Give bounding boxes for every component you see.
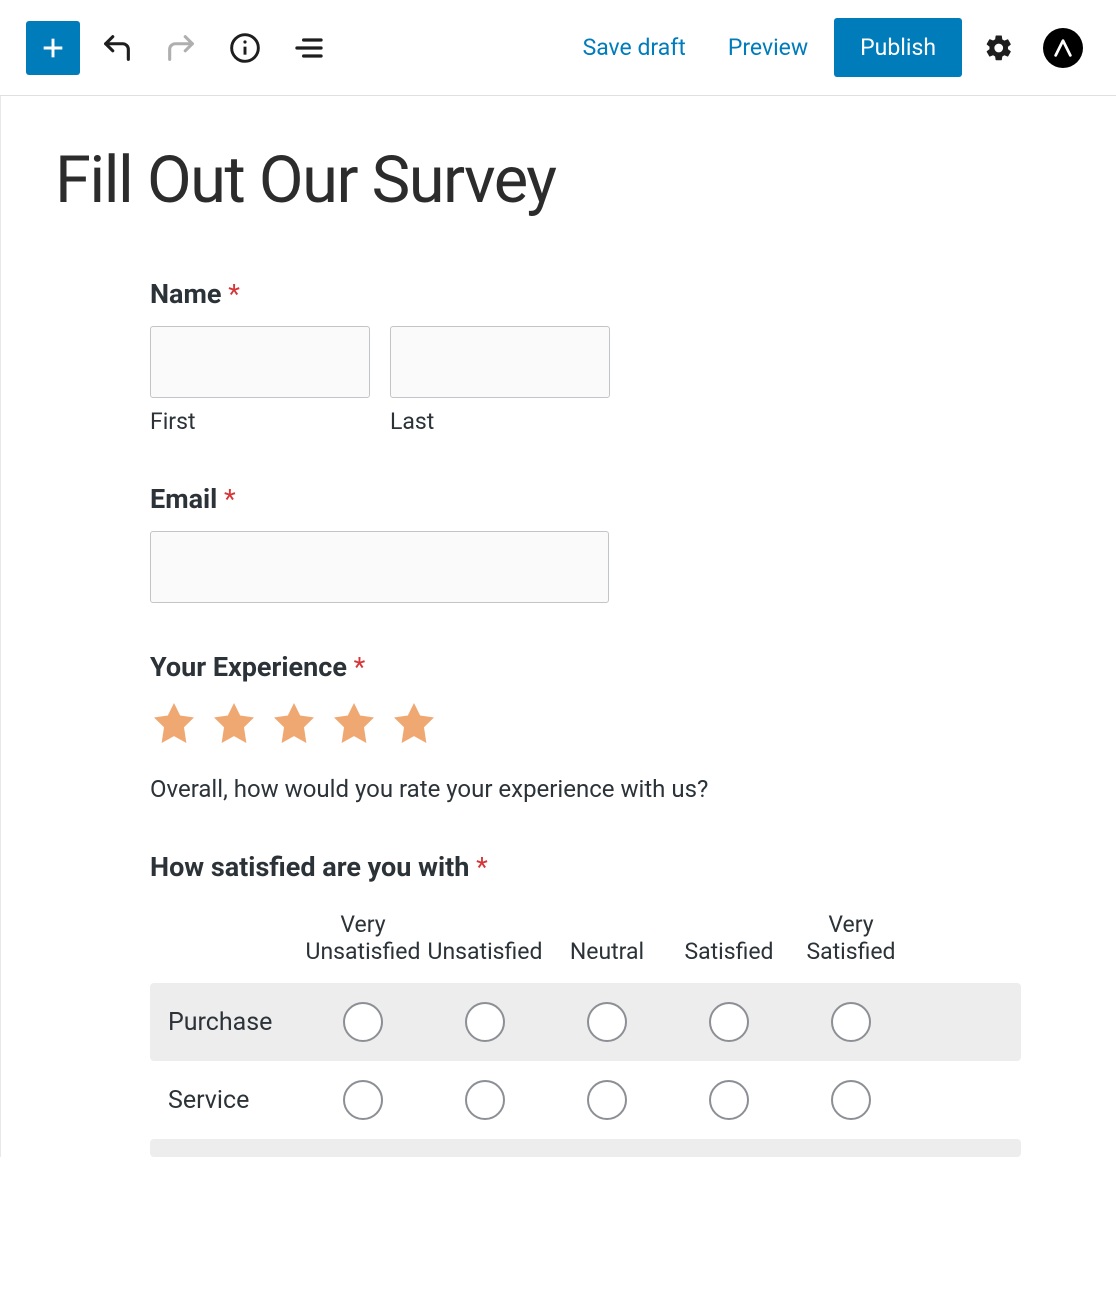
radio-purchase-1[interactable] <box>343 1002 383 1042</box>
email-field-group: Email * <box>150 483 1021 603</box>
gear-icon <box>984 33 1014 63</box>
radio-purchase-2[interactable] <box>465 1002 505 1042</box>
likert-header-row: Very Unsatisfied Unsatisfied Neutral Sat… <box>150 911 1021 983</box>
satisfaction-field-group: How satisfied are you with * Very Unsati… <box>150 851 1021 1157</box>
star-2[interactable] <box>210 699 258 751</box>
name-label: Name * <box>150 278 1021 310</box>
radio-service-4[interactable] <box>709 1080 749 1120</box>
rating-stars <box>150 699 1021 751</box>
likert-col-header: Neutral <box>546 911 668 983</box>
required-mark: * <box>228 278 240 310</box>
likert-col-header: Satisfied <box>668 911 790 983</box>
star-icon <box>390 699 438 747</box>
star-1[interactable] <box>150 699 198 751</box>
likert-row-purchase: Purchase <box>150 983 1021 1061</box>
outline-button[interactable] <box>282 21 336 75</box>
radio-purchase-5[interactable] <box>831 1002 871 1042</box>
radio-service-1[interactable] <box>343 1080 383 1120</box>
star-icon <box>210 699 258 747</box>
radio-service-5[interactable] <box>831 1080 871 1120</box>
likert-col-header: Very Unsatisfied <box>302 911 424 983</box>
likert-row-label: Purchase <box>150 1008 302 1037</box>
experience-label-text: Your Experience <box>150 651 347 683</box>
add-block-button[interactable] <box>26 21 80 75</box>
editor-topbar: Save draft Preview Publish <box>0 0 1116 96</box>
name-field-group: Name * First Last <box>150 278 1021 435</box>
email-input[interactable] <box>150 531 609 603</box>
experience-help-text: Overall, how would you rate your experie… <box>150 775 1021 803</box>
radio-service-3[interactable] <box>587 1080 627 1120</box>
email-label-text: Email <box>150 483 217 515</box>
preview-button[interactable]: Preview <box>712 24 824 71</box>
star-5[interactable] <box>390 699 438 751</box>
plus-icon <box>39 34 67 62</box>
likert-row-next <box>150 1139 1021 1157</box>
star-icon <box>270 699 318 747</box>
publish-button[interactable]: Publish <box>834 18 962 77</box>
page-title[interactable]: Fill Out Our Survey <box>55 142 1116 218</box>
settings-button[interactable] <box>972 21 1026 75</box>
name-label-text: Name <box>150 278 221 310</box>
satisfaction-label-text: How satisfied are you with <box>150 851 469 883</box>
redo-icon <box>164 31 198 65</box>
last-name-sublabel: Last <box>390 408 610 435</box>
info-icon <box>229 32 261 64</box>
star-icon <box>150 699 198 747</box>
star-icon <box>330 699 378 747</box>
site-logo-button[interactable] <box>1036 21 1090 75</box>
email-label: Email * <box>150 483 1021 515</box>
experience-label: Your Experience * <box>150 651 1021 683</box>
likert-col-header: Unsatisfied <box>424 911 546 983</box>
undo-icon <box>100 31 134 65</box>
info-button[interactable] <box>218 21 272 75</box>
radio-service-2[interactable] <box>465 1080 505 1120</box>
likert-row-label: Service <box>150 1086 302 1115</box>
redo-button <box>154 21 208 75</box>
first-name-input[interactable] <box>150 326 370 398</box>
likert-row-service: Service <box>150 1061 1021 1139</box>
logo-icon <box>1043 28 1083 68</box>
save-draft-button[interactable]: Save draft <box>567 24 702 71</box>
radio-purchase-4[interactable] <box>709 1002 749 1042</box>
likert-table: Very Unsatisfied Unsatisfied Neutral Sat… <box>150 911 1021 1157</box>
required-mark: * <box>354 651 366 683</box>
editor-canvas: Fill Out Our Survey Name * First Last Em… <box>0 96 1116 1157</box>
satisfaction-label: How satisfied are you with * <box>150 851 1021 883</box>
first-name-sublabel: First <box>150 408 370 435</box>
undo-button[interactable] <box>90 21 144 75</box>
likert-col-header: Very Satisfied <box>790 911 912 983</box>
experience-field-group: Your Experience * Overall, how would you… <box>150 651 1021 803</box>
star-3[interactable] <box>270 699 318 751</box>
last-name-input[interactable] <box>390 326 610 398</box>
star-4[interactable] <box>330 699 378 751</box>
required-mark: * <box>224 483 236 515</box>
required-mark: * <box>476 851 488 883</box>
survey-form: Name * First Last Email * <box>19 278 1021 1157</box>
radio-purchase-3[interactable] <box>587 1002 627 1042</box>
list-icon <box>293 32 325 64</box>
